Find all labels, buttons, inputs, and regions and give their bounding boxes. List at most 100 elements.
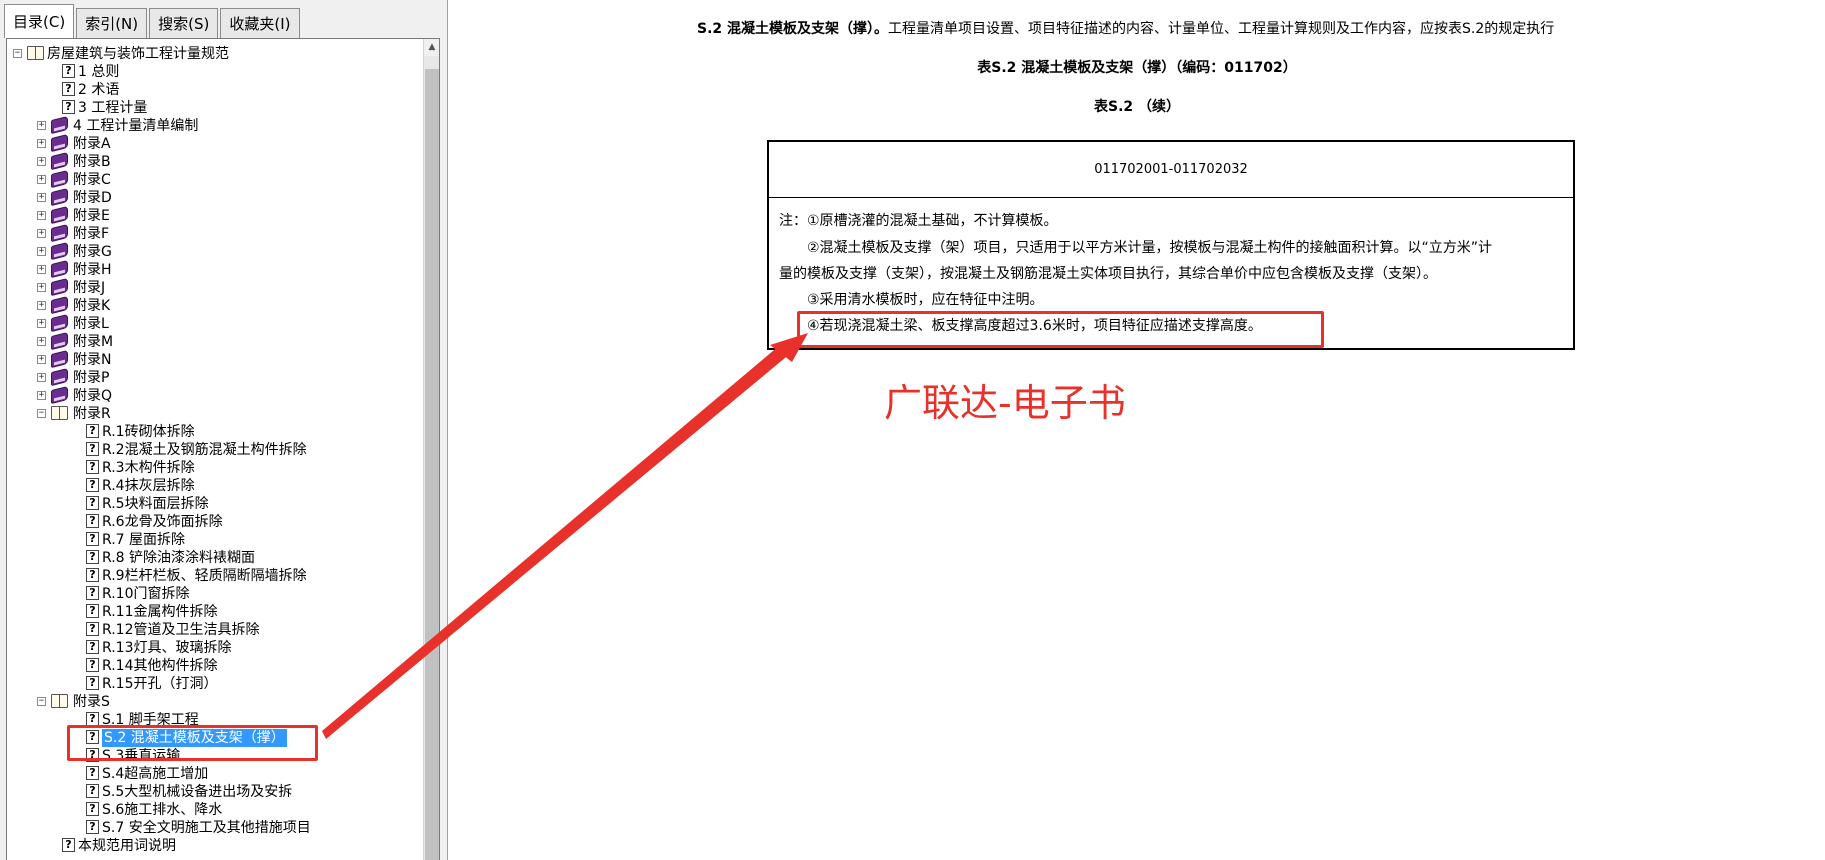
tree-item-label[interactable]: 附录S xyxy=(73,693,110,711)
tree-item[interactable]: ? R.15开孔（打洞） xyxy=(7,675,417,693)
expand-icon[interactable]: + xyxy=(37,247,46,256)
tree-item[interactable]: ? 1 总则 xyxy=(7,63,417,81)
tree-item-label[interactable]: 附录G xyxy=(73,243,112,261)
tree-item[interactable]: + 附录F xyxy=(7,223,417,243)
tree-item[interactable]: + 附录D xyxy=(7,187,417,207)
expand-icon[interactable]: + xyxy=(37,391,46,400)
expand-icon[interactable]: + xyxy=(37,193,46,202)
tree-item[interactable]: ? R.2混凝土及钢筋混凝土构件拆除 xyxy=(7,441,417,459)
tree-item-label[interactable]: R.2混凝土及钢筋混凝土构件拆除 xyxy=(102,441,307,459)
tree-item[interactable]: + 附录B xyxy=(7,151,417,171)
tree-item-label[interactable]: 附录K xyxy=(73,297,110,315)
tree-item-label[interactable]: R.10门窗拆除 xyxy=(102,585,190,603)
tree-item-label[interactable]: 附录Q xyxy=(73,387,112,405)
tab-contents[interactable]: 目录(C) xyxy=(4,4,75,38)
tree-item[interactable]: ? R.1砖砌体拆除 xyxy=(7,423,417,441)
tree-item[interactable]: ? 3 工程计量 xyxy=(7,99,417,117)
expand-icon[interactable]: + xyxy=(37,319,46,328)
tree-item-label[interactable]: R.9栏杆栏板、轻质隔断隔墙拆除 xyxy=(102,567,307,585)
tree-item[interactable]: ? 2 术语 xyxy=(7,81,417,99)
tree-scrollbar[interactable]: ▲ xyxy=(423,39,439,860)
collapse-icon[interactable]: − xyxy=(37,697,46,706)
collapse-icon[interactable]: − xyxy=(13,49,22,58)
tree-item-label[interactable]: 附录D xyxy=(73,189,112,207)
expand-icon[interactable]: + xyxy=(37,373,46,382)
collapse-icon[interactable]: − xyxy=(37,409,46,418)
tree-item-label[interactable]: R.3木构件拆除 xyxy=(102,459,195,477)
tree-item[interactable]: + 附录M xyxy=(7,331,417,351)
tree-item-label[interactable]: 附录P xyxy=(73,369,109,387)
expand-icon[interactable]: + xyxy=(37,283,46,292)
tree-item-label[interactable]: 附录J xyxy=(73,279,105,297)
expand-icon[interactable]: + xyxy=(37,157,46,166)
expand-icon[interactable]: + xyxy=(37,211,46,220)
tree-item-label[interactable]: R.14其他构件拆除 xyxy=(102,657,218,675)
tree-item[interactable]: +4 工程计量清单编制 xyxy=(7,115,417,135)
tab-favorites[interactable]: 收藏夹(I) xyxy=(220,8,300,38)
tree-item-label[interactable]: R.11金属构件拆除 xyxy=(102,603,218,621)
tree-item-label[interactable]: 2 术语 xyxy=(78,81,119,99)
tree-item-label[interactable]: R.8 铲除油漆涂料裱糊面 xyxy=(102,549,255,567)
tree-item-label[interactable]: 附录N xyxy=(73,351,111,369)
tree-item[interactable]: ? S.4超高施工增加 xyxy=(7,765,417,783)
tree-item-label[interactable]: 附录C xyxy=(73,171,111,189)
tree-item[interactable]: ? R.8 铲除油漆涂料裱糊面 xyxy=(7,549,417,567)
tree-item-label[interactable]: R.1砖砌体拆除 xyxy=(102,423,195,441)
tree-item[interactable]: − 附录S xyxy=(7,693,417,711)
tree-item[interactable]: + 附录N xyxy=(7,349,417,369)
tree-item-label[interactable]: S.4超高施工增加 xyxy=(102,765,208,783)
tree-item-label[interactable]: R.5块料面层拆除 xyxy=(102,495,209,513)
tree-item[interactable]: ? R.4抹灰层拆除 xyxy=(7,477,417,495)
tree-item-label[interactable]: 1 总则 xyxy=(78,63,119,81)
tree-item-label[interactable]: 附录E xyxy=(73,207,110,225)
tree-item-label[interactable]: 附录F xyxy=(73,225,109,243)
tree-item-label[interactable]: 附录M xyxy=(73,333,113,351)
expand-icon[interactable]: + xyxy=(37,175,46,184)
tree-root-label[interactable]: 房屋建筑与装饰工程计量规范 xyxy=(47,45,229,63)
tree-item-label[interactable]: S.6施工排水、降水 xyxy=(102,801,222,819)
tree-item-label[interactable]: R.7 屋面拆除 xyxy=(102,531,185,549)
tree-item[interactable]: + 附录P xyxy=(7,367,417,387)
tree-item-label[interactable]: 附录B xyxy=(73,153,111,171)
tree-root[interactable]: − 房屋建筑与装饰工程计量规范 xyxy=(7,45,417,63)
tree-item-label[interactable]: 附录A xyxy=(73,135,111,153)
expand-icon[interactable]: + xyxy=(37,355,46,364)
tree-item[interactable]: + 附录A xyxy=(7,133,417,153)
tree-item[interactable]: ? R.6龙骨及饰面拆除 xyxy=(7,513,417,531)
scrollbar-thumb[interactable] xyxy=(425,69,439,860)
tree-item-label[interactable]: S.5大型机械设备进出场及安拆 xyxy=(102,783,292,801)
tree-item-label[interactable]: 附录L xyxy=(73,315,109,333)
expand-icon[interactable]: + xyxy=(37,265,46,274)
tree-item-label[interactable]: R.4抹灰层拆除 xyxy=(102,477,195,495)
tree-item[interactable]: + 附录J xyxy=(7,277,417,297)
expand-icon[interactable]: + xyxy=(37,139,46,148)
tree-item-label[interactable]: 本规范用词说明 xyxy=(78,837,176,855)
tree-item-label[interactable]: 3 工程计量 xyxy=(78,99,147,117)
tree-item[interactable]: ? S.5大型机械设备进出场及安拆 xyxy=(7,783,417,801)
tree-item[interactable]: ? 本规范用词说明 xyxy=(7,837,417,855)
scroll-up-arrow-icon[interactable]: ▲ xyxy=(424,39,439,56)
tree-item[interactable]: ? R.14其他构件拆除 xyxy=(7,657,417,675)
tree-item-label[interactable]: 附录H xyxy=(73,261,112,279)
tree-item[interactable]: ? S.6施工排水、降水 xyxy=(7,801,417,819)
expand-icon[interactable]: + xyxy=(37,229,46,238)
tree-item[interactable]: + 附录Q xyxy=(7,385,417,405)
tree-item-label[interactable]: R.6龙骨及饰面拆除 xyxy=(102,513,223,531)
tree-item[interactable]: + 附录E xyxy=(7,205,417,225)
tree-item[interactable]: + 附录G xyxy=(7,241,417,261)
tree-item[interactable]: + 附录C xyxy=(7,169,417,189)
tree-item[interactable]: + 附录L xyxy=(7,313,417,333)
tree-item-label[interactable]: S.7 安全文明施工及其他措施项目 xyxy=(102,819,311,837)
expand-icon[interactable]: + xyxy=(37,301,46,310)
expand-icon[interactable]: + xyxy=(37,121,46,130)
tree-item-label[interactable]: R.13灯具、玻璃拆除 xyxy=(102,639,232,657)
tree-item[interactable]: ? S.7 安全文明施工及其他措施项目 xyxy=(7,819,417,837)
tree-item[interactable]: ? R.10门窗拆除 xyxy=(7,585,417,603)
tree-item[interactable]: ? R.12管道及卫生洁具拆除 xyxy=(7,621,417,639)
tree-item[interactable]: ? R.13灯具、玻璃拆除 xyxy=(7,639,417,657)
tree-item-label[interactable]: 附录R xyxy=(73,405,111,423)
tab-index[interactable]: 索引(N) xyxy=(76,8,148,38)
tree-item[interactable]: ? R.7 屋面拆除 xyxy=(7,531,417,549)
tree-item-label[interactable]: R.12管道及卫生洁具拆除 xyxy=(102,621,260,639)
tree-item[interactable]: + 附录K xyxy=(7,295,417,315)
